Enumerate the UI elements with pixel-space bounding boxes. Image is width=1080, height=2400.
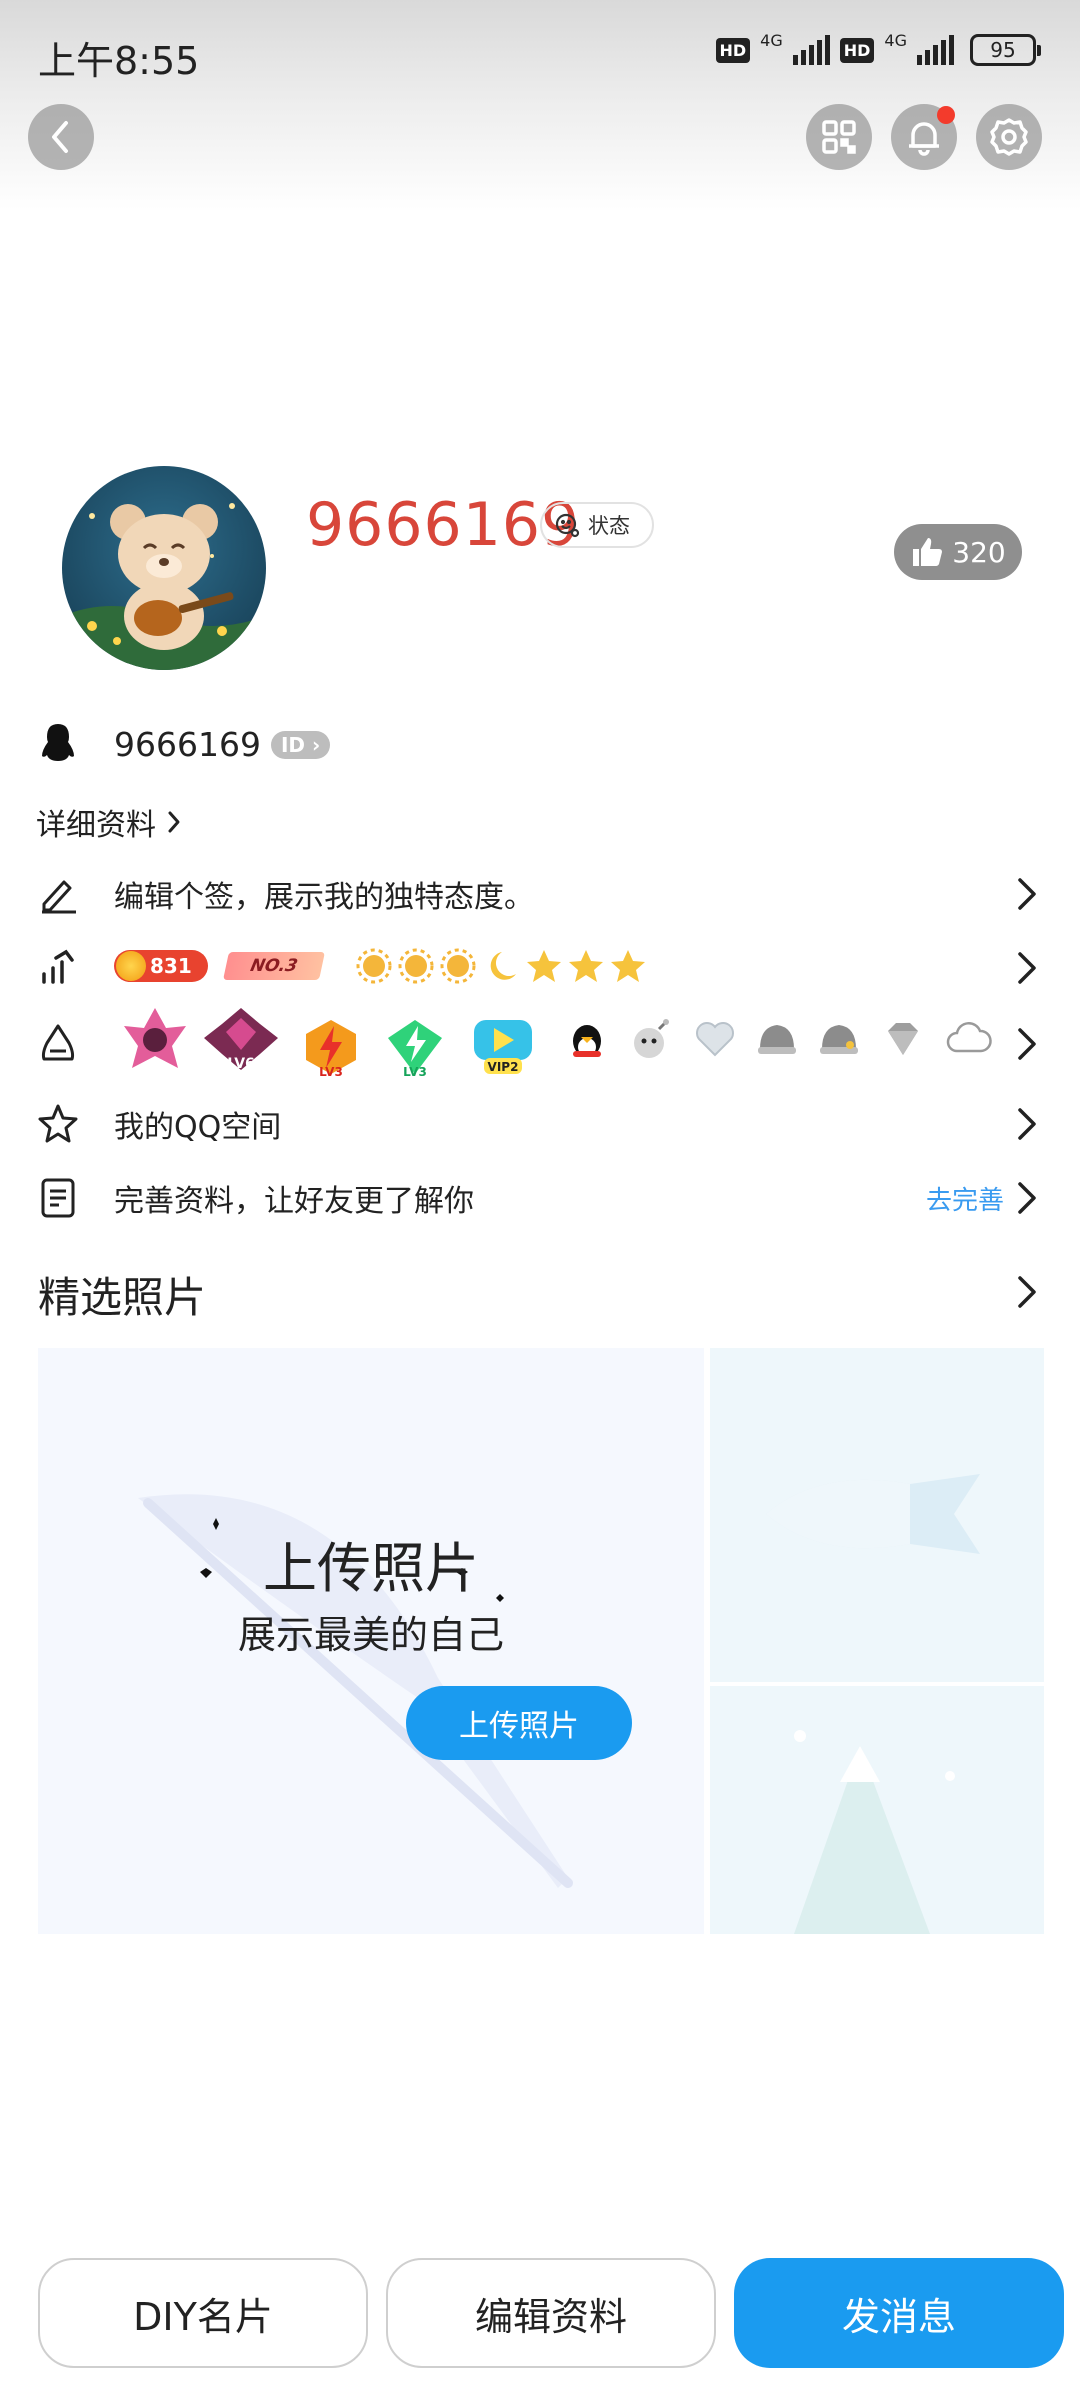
emblem-lightning-lv3: LV3 [300, 1016, 362, 1078]
emblem-heart [686, 1010, 744, 1068]
status-indicators: HD 4G HD 4G 95 [715, 30, 1041, 66]
qq-space-row[interactable]: 我的QQ空间 [0, 1100, 1080, 1148]
rank-badge: NO.3 [223, 952, 325, 980]
chevron-right-icon [1018, 1108, 1036, 1140]
detailed-profile-label: 详细资料 [36, 808, 156, 843]
notifications-button[interactable] [891, 104, 957, 170]
document-icon [36, 1176, 80, 1220]
photo-grid: 上传照片 展示最美的自己 [38, 1348, 1044, 1934]
emblem-vip2: VIP2 [470, 1014, 536, 1078]
detailed-profile-link[interactable]: 详细资料 [36, 800, 182, 844]
signal-icon [792, 35, 830, 65]
hd-badge: HD [715, 37, 751, 63]
tree-illustration [794, 1730, 955, 1934]
upload-subtitle: 展示最美的自己 [237, 1613, 504, 1657]
chevron-right-icon [168, 811, 180, 833]
back-button[interactable] [28, 104, 94, 170]
emblem-gem [874, 1010, 932, 1068]
chevron-right-icon [1018, 878, 1036, 910]
emblem-vip2-label: VIP2 [488, 1060, 519, 1074]
emblem-green-lv3: LV3 [384, 1016, 446, 1078]
emblem-cloud [940, 1010, 998, 1068]
status-button[interactable]: 状态 [540, 502, 654, 548]
emblem-bomb-face [622, 1010, 680, 1068]
emblem-lv6: LV6 [200, 1004, 282, 1074]
star-icon [36, 1102, 80, 1146]
complete-profile-label: 完善资料，让好友更了解你 [114, 1184, 474, 1219]
status-bar: 上午8:55 HD 4G HD 4G 95 [0, 0, 1080, 100]
settings-button[interactable] [976, 104, 1042, 170]
pencil-icon [36, 872, 80, 916]
gear-icon [990, 118, 1028, 156]
chevron-right-icon [1018, 952, 1036, 984]
go-complete-link[interactable]: 去完善 [926, 1180, 1004, 1217]
id-badge[interactable]: ID › [270, 730, 331, 759]
photo-placeholder-fish[interactable] [710, 1348, 1044, 1682]
level-icons-sun-moon-star [356, 948, 645, 984]
emblem-lv3-label: LV3 [319, 1065, 343, 1078]
medal-icon [36, 1022, 80, 1066]
network-type: 4G [884, 30, 907, 50]
upload-title: 上传照片 [263, 1537, 479, 1600]
penguin-icon [36, 722, 80, 766]
diy-card-button[interactable]: DIY名片 [38, 2258, 368, 2368]
emblem-helmet-1 [748, 1010, 806, 1068]
signature-text: 编辑个签，展示我的独特态度。 [114, 880, 534, 915]
status-label: 状态 [588, 514, 630, 538]
like-count: 320 [952, 535, 1006, 569]
bell-icon [909, 122, 939, 156]
qr-code-icon [822, 120, 856, 154]
id-badge-label: ID [280, 732, 306, 757]
complete-profile-row[interactable]: 完善资料，让好友更了解你 [0, 1174, 1080, 1222]
level-up-icon [36, 946, 80, 990]
status-time: 上午8:55 [38, 39, 200, 83]
signature-row[interactable]: 编辑个签，展示我的独特态度。 [0, 870, 1080, 918]
qr-code-button[interactable] [806, 104, 872, 170]
emblem-lv6-label: LV6 [227, 1056, 255, 1072]
chevron-right-icon[interactable] [1014, 1272, 1040, 1312]
edit-profile-button[interactable]: 编辑资料 [386, 2258, 716, 2368]
network-type: 4G [760, 30, 783, 50]
emblem-helmet-2 [810, 1010, 868, 1068]
emblem-pink-crown [120, 1004, 190, 1074]
bear-avatar-image [62, 503, 266, 670]
chevron-left-icon [52, 121, 68, 153]
avatar[interactable] [62, 466, 266, 670]
chevron-right-icon [1018, 1182, 1036, 1214]
like-button[interactable]: 320 [894, 524, 1022, 580]
hd-badge: HD [839, 37, 875, 63]
upload-photo-button[interactable]: 上传照片 [406, 1686, 632, 1760]
smiley-status-icon [555, 513, 580, 538]
photo-placeholder-main[interactable]: 上传照片 展示最美的自己 [38, 1348, 704, 1934]
qq-number: 9666169 [114, 724, 261, 764]
featured-photos-title: 精选照片 [38, 1273, 207, 1322]
emblem-penguin [558, 1010, 616, 1068]
level-badge: 831 [114, 950, 208, 982]
qq-number-row[interactable]: 9666169 ID › [0, 720, 1080, 768]
chevron-right-icon [1018, 1028, 1036, 1060]
qq-space-label: 我的QQ空间 [114, 1110, 282, 1145]
emblem-green-lv3-label: LV3 [403, 1065, 427, 1078]
thumbs-up-icon [913, 538, 943, 566]
signal-icon [917, 35, 954, 65]
qq-number-block: 9666169 ID › [114, 724, 331, 764]
notification-dot [937, 106, 955, 124]
battery-icon: 95 [970, 34, 1041, 66]
photo-placeholder-tree[interactable] [710, 1686, 1044, 1934]
send-message-button[interactable]: 发消息 [734, 2258, 1064, 2368]
fish-illustration [766, 1474, 980, 1554]
